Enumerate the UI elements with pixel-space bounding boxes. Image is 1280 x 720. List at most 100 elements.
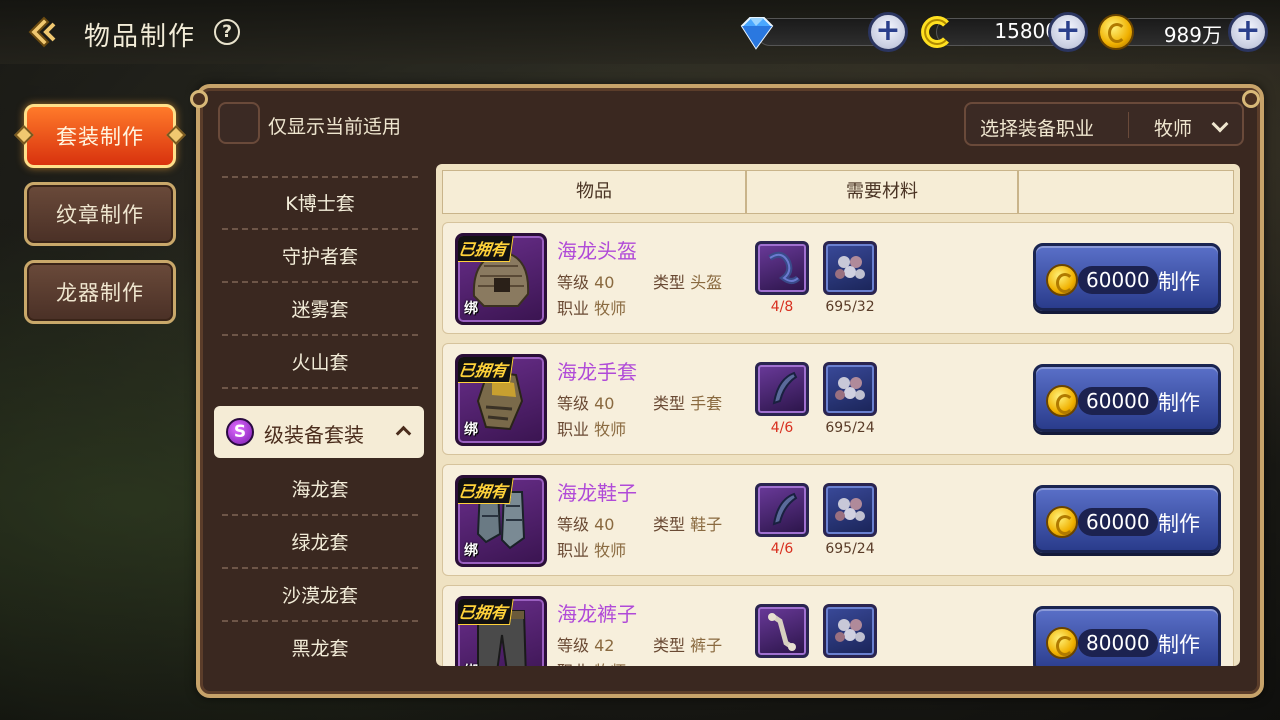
dragon-tail-material-icon: [768, 251, 801, 284]
job-label: 职业: [557, 541, 590, 560]
table-row: 已拥有 绑 海龙鞋子 等级 40 类型 鞋子 职业 牧师 4/6 695/24 …: [442, 464, 1234, 576]
list-item[interactable]: 海龙套: [222, 464, 418, 516]
item-icon[interactable]: 已拥有 绑: [455, 354, 547, 446]
claw-material-icon: [772, 371, 798, 405]
set-label: 绿龙套: [291, 532, 349, 554]
help-circle-icon[interactable]: ?: [214, 19, 240, 45]
craft-button[interactable]: 60000 制作: [1033, 364, 1221, 432]
material-count: 4/8: [770, 299, 794, 315]
item-icon[interactable]: 已拥有 绑: [455, 475, 547, 567]
material-slot[interactable]: [823, 604, 877, 658]
table-row: 已拥有 绑 海龙头盔 等级 40 类型 头盔 职业 牧师 4/8 695/32 …: [442, 222, 1234, 334]
item-job: 职业 牧师: [557, 416, 626, 440]
plus-icon: +: [1055, 12, 1081, 48]
job-value: 牧师: [594, 299, 627, 318]
craft-button[interactable]: 60000 制作: [1033, 243, 1221, 311]
craft-cost: 60000: [1078, 387, 1158, 415]
item-icon[interactable]: 已拥有 绑: [455, 596, 547, 666]
item-icon[interactable]: 已拥有 绑: [455, 233, 547, 325]
job-value: 牧师: [594, 420, 627, 439]
list-item[interactable]: [222, 160, 418, 178]
tab-emblem-crafting[interactable]: 纹章制作: [24, 182, 176, 246]
list-item[interactable]: 黑龙套: [222, 623, 418, 670]
set-label: 守护者套: [281, 246, 358, 268]
material-slot[interactable]: [755, 241, 809, 295]
material-slot[interactable]: [755, 483, 809, 537]
item-table[interactable]: 物品 需要材料 已拥有 绑 海龙头盔 等级 40 类型 头盔 职业 牧师 4/8…: [436, 164, 1240, 666]
item-type: 类型 鞋子: [653, 511, 722, 535]
divider: [222, 567, 418, 569]
add-gold-button[interactable]: +: [1228, 12, 1268, 52]
scale-material-icon: [835, 498, 865, 521]
job-label: 职业: [557, 420, 590, 439]
bound-badge: 绑: [464, 422, 478, 438]
material-slot[interactable]: [755, 604, 809, 658]
level-value: 42: [594, 636, 615, 655]
back-button[interactable]: [20, 12, 64, 52]
job-label: 职业: [557, 662, 589, 666]
level-value: 40: [594, 273, 615, 292]
table-row: 已拥有 绑 海龙手套 等级 40 类型 手套 职业 牧师 4/6 695/24 …: [442, 343, 1234, 455]
material-slot[interactable]: [823, 362, 877, 416]
type-value: 鞋子: [690, 515, 723, 534]
tab-dragon-gear-crafting[interactable]: 龙器制作: [24, 260, 176, 324]
type-value: 裤子: [690, 636, 723, 655]
column-header-item: 物品: [442, 170, 746, 214]
add-diamond-button[interactable]: +: [868, 12, 908, 52]
claw-material-icon: [772, 492, 798, 526]
item-job: 职业 牧师: [557, 295, 626, 319]
bound-badge: 绑: [464, 543, 478, 559]
tab-set-crafting[interactable]: 套装制作: [24, 104, 176, 168]
tab-label: 纹章制作: [56, 203, 144, 227]
currency-gold: 989万 +: [1096, 12, 1272, 52]
type-value: 手套: [690, 394, 723, 413]
divider: [222, 514, 418, 516]
material-slot[interactable]: [755, 362, 809, 416]
back-arrow-icon: [28, 16, 56, 48]
scale-material-icon: [835, 256, 865, 279]
job-select-value: 牧师: [1154, 118, 1193, 140]
material-slot[interactable]: [823, 241, 877, 295]
list-item[interactable]: 守护者套: [222, 231, 418, 283]
material-count: 695/24: [825, 420, 875, 436]
list-item[interactable]: 迷雾套: [222, 284, 418, 336]
set-label: 海龙套: [291, 479, 349, 501]
add-c-coin-button[interactable]: +: [1048, 12, 1088, 52]
owned-badge: 已拥有: [458, 478, 514, 504]
set-label: 火山套: [291, 352, 349, 374]
item-level: 等级 40: [557, 390, 614, 414]
gold-coin-icon: [1098, 14, 1134, 50]
s-grade-set-group[interactable]: S 级装备套装: [214, 406, 424, 458]
gold-coin-icon: [1046, 627, 1078, 659]
chevron-down-icon: [1211, 115, 1229, 133]
item-level: 等级 42: [557, 632, 614, 656]
bone-material-icon: [768, 613, 796, 651]
material-slot[interactable]: [823, 483, 877, 537]
item-name: 海龙手套: [557, 360, 637, 384]
job-select-dropdown[interactable]: 选择装备职业 牧师: [964, 102, 1244, 146]
craft-button[interactable]: 60000 制作: [1033, 485, 1221, 553]
s-grade-badge-icon: S: [226, 418, 254, 446]
list-item[interactable]: 沙漠龙套: [222, 570, 418, 622]
owned-badge: 已拥有: [458, 236, 514, 262]
craft-label: 制作: [1158, 633, 1200, 657]
divider: [222, 620, 418, 622]
set-list[interactable]: K博士套 守护者套 迷雾套 火山套 S 级装备套装 海龙套 绿龙套 沙漠龙套 黑…: [214, 160, 426, 670]
list-item[interactable]: 绿龙套: [222, 517, 418, 569]
set-group-label: 级装备套装: [264, 423, 364, 447]
divider: [222, 387, 418, 389]
craft-label: 制作: [1158, 512, 1200, 536]
applicable-only-checkbox[interactable]: [218, 102, 260, 144]
list-item[interactable]: K博士套: [222, 178, 418, 230]
divider: [222, 281, 418, 283]
bound-badge: 绑: [464, 301, 478, 317]
type-value: 头盔: [690, 273, 723, 292]
material-count: 695/24: [825, 541, 875, 557]
bound-badge: 绑: [464, 661, 478, 666]
craft-button[interactable]: 80000 制作: [1033, 606, 1221, 666]
level-label: 等级: [557, 515, 590, 534]
set-label: 沙漠龙套: [281, 585, 358, 607]
list-item[interactable]: 火山套: [222, 337, 418, 389]
owned-badge: 已拥有: [458, 599, 514, 625]
divider: [222, 334, 418, 336]
